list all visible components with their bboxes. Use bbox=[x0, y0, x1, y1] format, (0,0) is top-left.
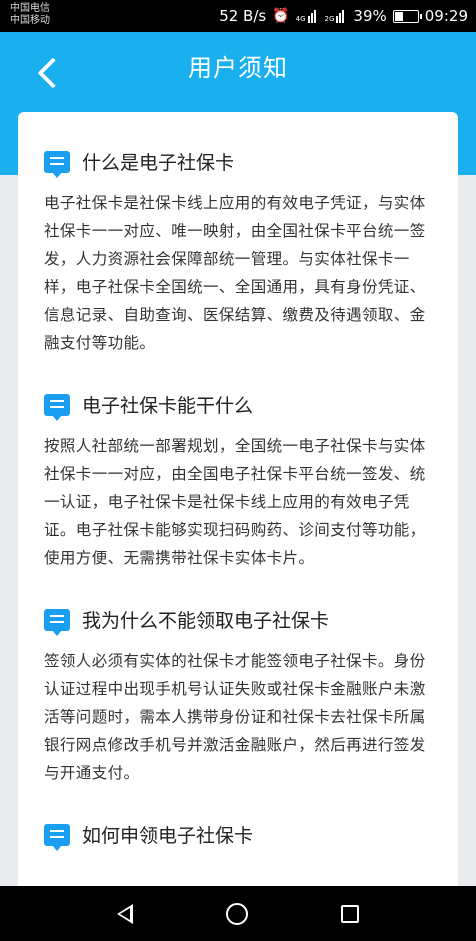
notice-section: 我为什么不能领取电子社保卡 签领人必须有实体的社保卡才能签领电子社保卡。身份认证… bbox=[44, 606, 432, 787]
status-bar: 中国电信 中国移动 52 B/s ⏰ 4G 2G 39% 09:29 bbox=[0, 0, 476, 32]
notice-section: 电子社保卡能干什么 按照人社部统一部署规划，全国统一电子社保卡与实体社保卡一一对… bbox=[44, 391, 432, 572]
section-header: 什么是电子社保卡 bbox=[44, 148, 432, 178]
battery-icon bbox=[392, 9, 422, 23]
notice-card[interactable]: 什么是电子社保卡 电子社保卡是社保卡线上应用的有效电子凭证，与实体社保卡一一对应… bbox=[18, 112, 458, 912]
battery-fill bbox=[394, 11, 403, 21]
section-header: 电子社保卡能干什么 bbox=[44, 391, 432, 421]
notice-section: 如何申领电子社保卡 bbox=[44, 821, 432, 851]
network-speed: 52 B/s bbox=[219, 7, 267, 25]
carrier-2: 中国移动 bbox=[10, 15, 50, 26]
signal-2-icon: 2G bbox=[325, 9, 348, 23]
section-header: 如何申领电子社保卡 bbox=[44, 821, 432, 851]
message-icon bbox=[44, 608, 70, 636]
nav-home-icon[interactable] bbox=[225, 902, 248, 925]
page-title: 用户须知 bbox=[188, 54, 288, 82]
section-header: 我为什么不能领取电子社保卡 bbox=[44, 606, 432, 636]
section-body: 签领人必须有实体的社保卡才能签领电子社保卡。身份认证过程中出现手机号认证失败或社… bbox=[44, 652, 426, 782]
message-icon bbox=[44, 150, 70, 178]
carrier-1: 中国电信 bbox=[10, 3, 50, 14]
message-icon bbox=[44, 393, 70, 421]
section-title: 电子社保卡能干什么 bbox=[82, 395, 254, 417]
signal-1-icon: 4G bbox=[296, 9, 319, 23]
carrier-names: 中国电信 中国移动 bbox=[10, 3, 50, 27]
alarm-icon: ⏰ bbox=[272, 8, 290, 24]
section-title: 如何申领电子社保卡 bbox=[82, 825, 254, 847]
message-icon bbox=[44, 823, 70, 851]
status-indicators: 52 B/s ⏰ 4G 2G 39% 09:29 bbox=[219, 0, 468, 32]
nav-back-icon[interactable] bbox=[116, 903, 133, 924]
section-body: 按照人社部统一部署规划，全国统一电子社保卡与实体社保卡一一对应，由全国电子社保卡… bbox=[44, 437, 426, 567]
section-title: 我为什么不能领取电子社保卡 bbox=[82, 610, 330, 632]
clock: 09:29 bbox=[424, 7, 468, 25]
signal-2-type: 2G bbox=[324, 15, 335, 23]
battery-percent: 39% bbox=[353, 7, 387, 25]
section-title: 什么是电子社保卡 bbox=[82, 152, 235, 174]
system-nav-bar bbox=[0, 886, 476, 941]
notice-section: 什么是电子社保卡 电子社保卡是社保卡线上应用的有效电子凭证，与实体社保卡一一对应… bbox=[44, 148, 432, 357]
nav-recents-icon[interactable] bbox=[341, 904, 360, 923]
signal-1-type: 4G bbox=[295, 15, 306, 23]
screen: 中国电信 中国移动 52 B/s ⏰ 4G 2G 39% 09:29 用户须知 bbox=[0, 0, 476, 941]
section-body: 电子社保卡是社保卡线上应用的有效电子凭证，与实体社保卡一一对应、唯一映射，由全国… bbox=[44, 194, 426, 352]
